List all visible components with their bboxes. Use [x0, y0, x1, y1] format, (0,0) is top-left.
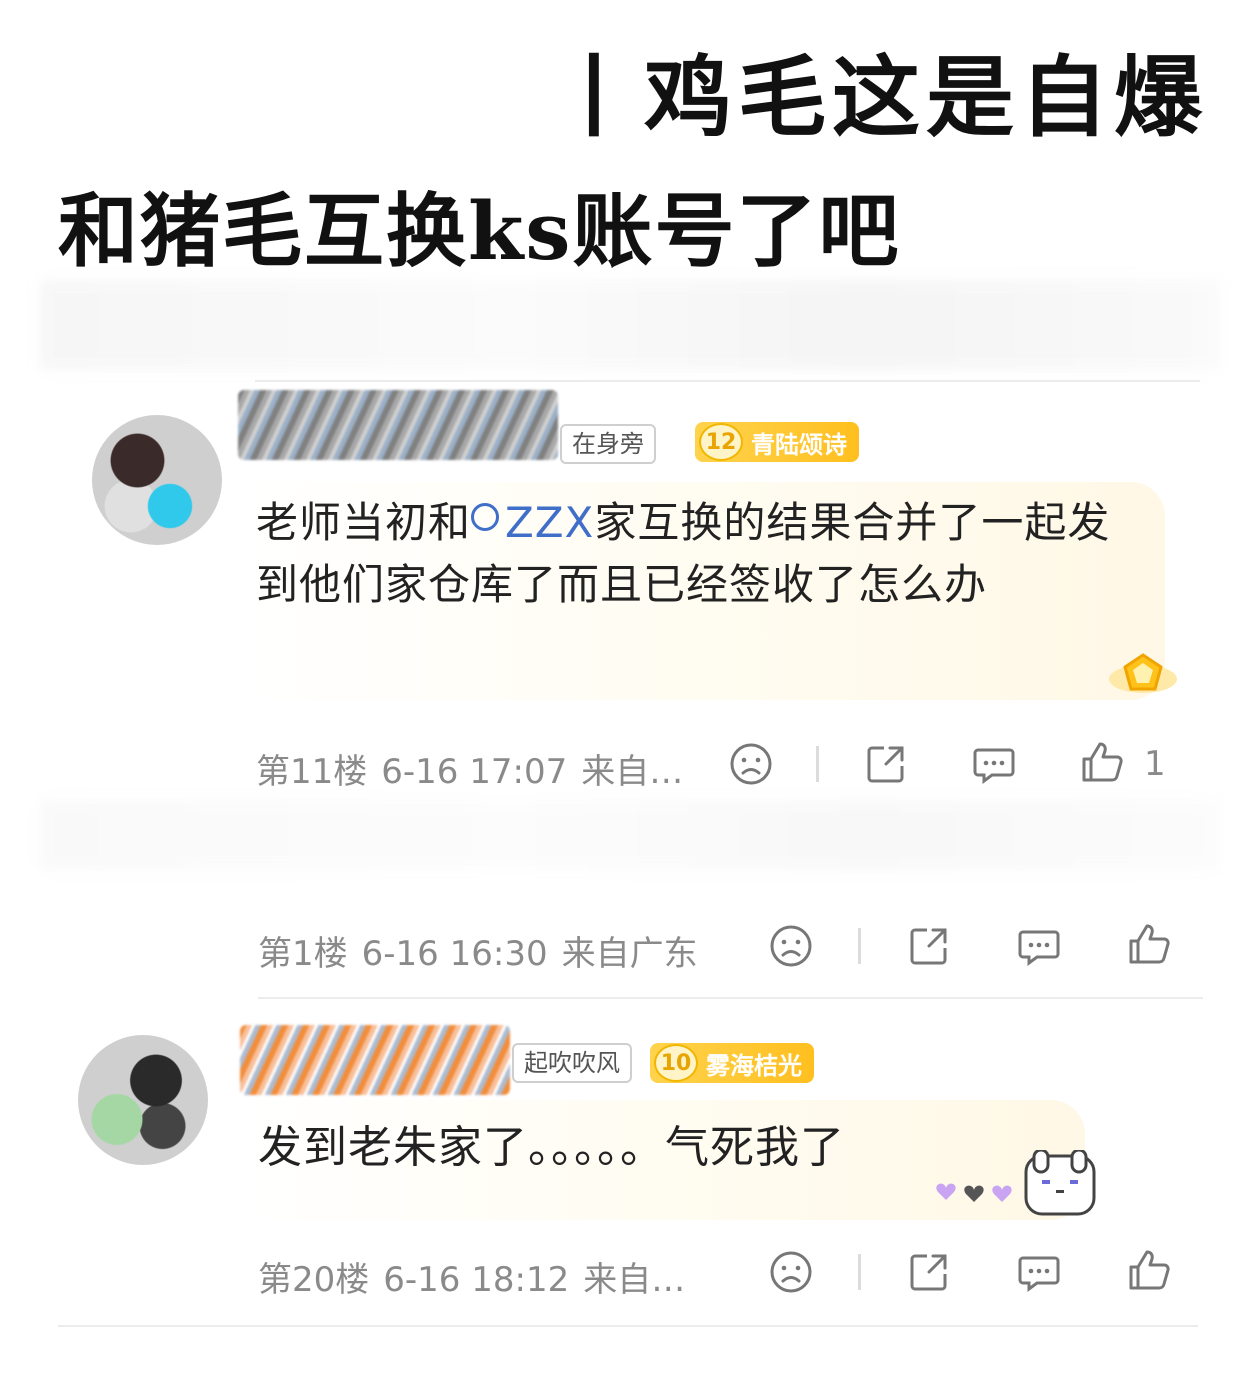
share-icon[interactable]: [862, 740, 910, 788]
like-count: 1: [1144, 744, 1166, 784]
comment-time: 6-16 18:12: [383, 1260, 570, 1300]
comment-time: 6-16 17:07: [381, 752, 568, 792]
floor-number: 第1楼: [258, 934, 348, 974]
caption-line-2: 和猪毛互换ks账号了吧: [58, 184, 901, 278]
search-icon: [471, 503, 500, 531]
comment-icon[interactable]: [970, 740, 1018, 788]
comment-location: 来自广东: [561, 934, 698, 974]
divider: [258, 997, 1203, 999]
censored-username[interactable]: [238, 390, 558, 460]
comment-meta: 第1楼 6-16 16:30 来自广东: [258, 926, 712, 975]
thumbs-up-icon[interactable]: [1078, 738, 1126, 786]
crown-badge-icon: [1109, 653, 1177, 693]
bunny-sticker-icon: [936, 1150, 1096, 1216]
comment-meta: 第11楼 6-16 17:07 来自…: [256, 744, 697, 793]
blurred-background-post: [40, 800, 1220, 870]
floor-number: 第20楼: [258, 1260, 370, 1300]
caption-line-1: 丨鸡毛这是自爆: [550, 45, 1209, 149]
avatar[interactable]: [92, 415, 222, 545]
blurred-background-post: [40, 280, 1220, 370]
level-title: 雾海桔光: [706, 1051, 802, 1080]
comment-location: 来自…: [583, 1260, 686, 1300]
divider: [58, 1325, 1198, 1327]
comment-time: 6-16 16:30: [361, 934, 548, 974]
avatar[interactable]: [78, 1035, 208, 1165]
censored-username[interactable]: [240, 1025, 510, 1095]
comment-icon[interactable]: [1015, 922, 1063, 970]
level-title: 青陆颂诗: [751, 430, 847, 459]
thumbs-up-icon[interactable]: [1125, 1246, 1173, 1294]
share-icon[interactable]: [905, 1248, 953, 1296]
comment-text: 老师当初和 ZZX家互换的结果合并了一起发到他们家仓库了而且已经签收了怎么办: [256, 492, 1136, 616]
level-badge[interactable]: 12 青陆颂诗: [695, 422, 859, 462]
comment-text-part: 老师当初和: [256, 498, 472, 547]
level-number: 10: [654, 1044, 698, 1082]
sad-face-icon[interactable]: [727, 740, 775, 788]
level-number: 12: [699, 423, 743, 461]
level-badge[interactable]: 10 雾海桔光: [650, 1043, 814, 1083]
user-tag: 起吹吹风: [512, 1043, 632, 1083]
sad-face-icon[interactable]: [767, 922, 815, 970]
user-tag: 在身旁: [560, 424, 656, 464]
divider: [255, 380, 1200, 382]
mention-link[interactable]: ZZX: [471, 498, 594, 547]
sad-face-icon[interactable]: [767, 1248, 815, 1296]
separator: [858, 928, 861, 964]
floor-number: 第11楼: [256, 752, 368, 792]
thumbs-up-icon[interactable]: [1125, 920, 1173, 968]
comment-text: 发到老朱家了。。。。。气死我了: [258, 1122, 845, 1173]
mention-label: ZZX: [505, 498, 595, 547]
share-icon[interactable]: [905, 922, 953, 970]
separator: [858, 1254, 861, 1290]
comment-meta: 第20楼 6-16 18:12 来自…: [258, 1252, 699, 1301]
separator: [816, 746, 819, 782]
comment-icon[interactable]: [1015, 1248, 1063, 1296]
comment-location: 来自…: [581, 752, 684, 792]
